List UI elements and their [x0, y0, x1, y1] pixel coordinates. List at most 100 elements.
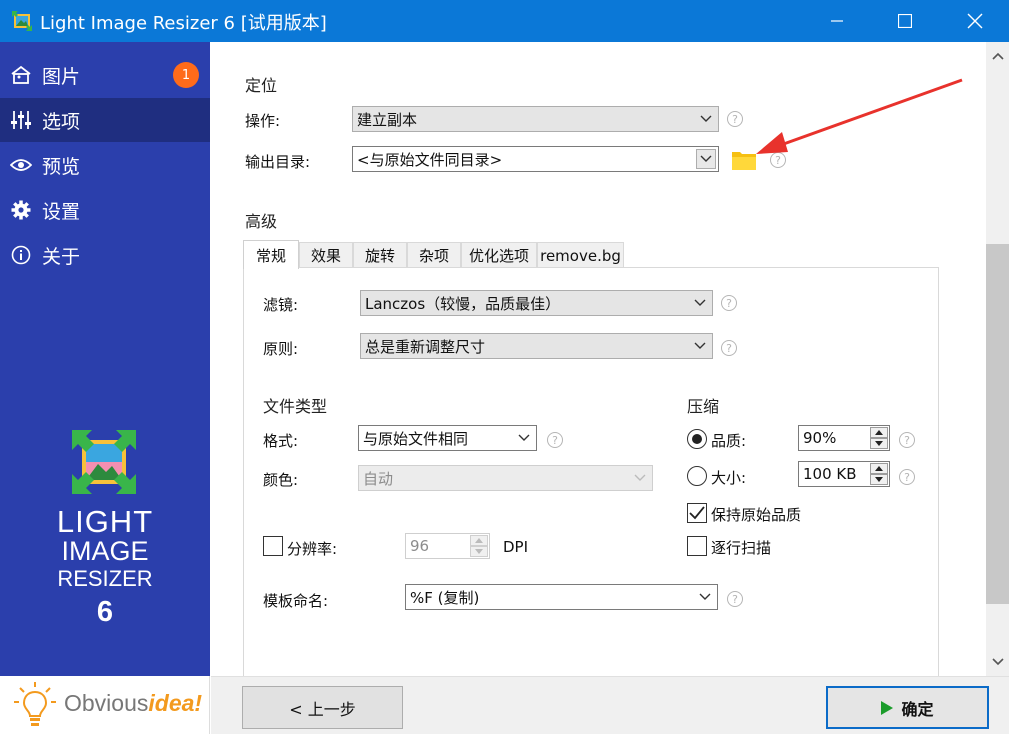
keep-quality-checkbox[interactable]	[687, 503, 707, 523]
sidebar-item-label: 选项	[42, 110, 81, 133]
format-label: 格式:	[263, 432, 299, 450]
help-icon[interactable]: ?	[727, 591, 743, 607]
filter-select-value: Lanczos（较慢，品质最佳）	[365, 294, 561, 313]
vertical-scrollbar[interactable]	[986, 42, 1009, 676]
chevron-down-icon	[694, 299, 706, 306]
spin-up-icon[interactable]	[870, 463, 888, 474]
tab-label: 效果	[310, 247, 341, 265]
help-icon[interactable]: ?	[899, 432, 915, 448]
sidebar-item-label: 设置	[42, 200, 81, 223]
title-bar: Light Image Resizer 6 [试用版本]	[0, 0, 1009, 42]
sidebar-item-preview[interactable]: 预览	[0, 143, 210, 187]
format-select[interactable]: 与原始文件相同	[358, 425, 537, 451]
ok-button[interactable]: 确定	[826, 686, 989, 729]
tab-remove-bg[interactable]: remove.bg	[537, 242, 624, 268]
rule-label: 原则:	[263, 340, 299, 358]
quality-spinner[interactable]: 90%	[798, 425, 890, 451]
minimize-button[interactable]	[814, 0, 860, 42]
color-select: 自动	[358, 465, 653, 491]
tab-general[interactable]: 常规	[243, 240, 299, 269]
dpi-unit-label: DPI	[503, 538, 529, 556]
scroll-down-button[interactable]	[986, 652, 1009, 672]
progressive-checkbox[interactable]	[687, 536, 707, 556]
help-icon[interactable]: ?	[899, 469, 915, 485]
radio-dot	[692, 434, 702, 444]
template-select-value: %F (复制)	[410, 588, 480, 607]
format-select-value: 与原始文件相同	[363, 429, 469, 448]
template-select[interactable]: %F (复制)	[405, 584, 718, 610]
tab-effects[interactable]: 效果	[299, 242, 353, 268]
output-dir-select[interactable]: <与原始文件同目录>	[352, 146, 719, 172]
close-button[interactable]	[952, 0, 998, 42]
spinner-buttons	[470, 535, 488, 557]
spin-down-icon[interactable]	[870, 438, 888, 449]
size-radio[interactable]	[687, 466, 707, 486]
keep-quality-label: 保持原始品质	[711, 506, 802, 524]
resolution-checkbox[interactable]	[263, 536, 283, 556]
tab-label: 杂项	[418, 247, 449, 265]
help-icon[interactable]: ?	[727, 111, 743, 127]
tab-label: 旋转	[364, 247, 395, 265]
sidebar-item-label: 关于	[42, 245, 81, 268]
chevron-down-icon	[991, 658, 1004, 666]
brand-line-2: IMAGE	[61, 536, 149, 566]
spinner-buttons[interactable]	[870, 427, 888, 449]
operation-label: 操作:	[245, 112, 281, 130]
sidebar-item-label: 图片	[42, 65, 81, 88]
help-icon[interactable]: ?	[547, 432, 563, 448]
color-label: 颜色:	[263, 471, 299, 489]
chevron-down-icon	[700, 155, 712, 162]
chevron-up-icon	[991, 52, 1004, 60]
tab-optimize[interactable]: 优化选项	[461, 242, 537, 268]
operation-select[interactable]: 建立副本	[352, 106, 719, 132]
file-type-title: 文件类型	[263, 397, 328, 416]
chevron-down-icon	[694, 342, 706, 349]
quality-radio[interactable]	[687, 429, 707, 449]
sidebar-item-settings[interactable]: 设置	[0, 188, 210, 232]
size-spinner[interactable]: 100 KB	[798, 461, 890, 487]
close-icon	[967, 13, 983, 29]
image-icon	[10, 64, 32, 86]
app-icon	[12, 11, 32, 31]
maximize-button[interactable]	[882, 0, 928, 42]
sidebar-item-images[interactable]: 图片 1	[0, 53, 210, 97]
progressive-label: 逐行扫描	[711, 539, 772, 557]
sidebar-item-options[interactable]: 选项	[0, 98, 210, 142]
sidebar-item-about[interactable]: 关于	[0, 233, 210, 277]
filter-select[interactable]: Lanczos（较慢，品质最佳）	[360, 290, 713, 316]
lightbulb-icon	[14, 682, 56, 726]
compression-title: 压缩	[687, 397, 720, 416]
size-value: 100 KB	[803, 465, 857, 483]
dropdown-button[interactable]	[696, 149, 716, 169]
gear-icon	[10, 199, 32, 221]
brand-line-3: RESIZER	[57, 566, 153, 591]
position-section-title: 定位	[245, 76, 278, 95]
rule-select-value: 总是重新调整尺寸	[365, 337, 486, 356]
sliders-icon	[10, 109, 32, 131]
help-icon[interactable]: ?	[721, 295, 737, 311]
brand-line-1: LIGHT	[56, 504, 154, 539]
quality-label: 品质:	[711, 432, 747, 450]
app-logo	[72, 430, 136, 494]
tab-misc[interactable]: 杂项	[407, 242, 461, 268]
sidebar-item-label: 预览	[42, 155, 81, 178]
help-icon[interactable]: ?	[721, 340, 737, 356]
scroll-thumb[interactable]	[986, 244, 1009, 604]
advanced-section-title: 高级	[245, 212, 278, 231]
resolution-label: 分辨率:	[287, 540, 338, 558]
filter-label: 滤镜:	[263, 296, 299, 314]
operation-select-value: 建立副本	[357, 110, 418, 129]
resolution-spinner: 96	[405, 533, 490, 559]
spin-down-icon	[470, 546, 488, 557]
back-button[interactable]: < 上一步	[242, 686, 403, 729]
spin-down-icon[interactable]	[870, 474, 888, 485]
tab-rotate[interactable]: 旋转	[353, 242, 407, 268]
spinner-buttons[interactable]	[870, 463, 888, 485]
back-button-label: < 上一步	[289, 699, 356, 719]
window-title: Light Image Resizer 6 [试用版本]	[40, 13, 327, 34]
ok-button-label: 确定	[901, 699, 934, 719]
scroll-up-button[interactable]	[986, 46, 1009, 66]
size-label: 大小:	[711, 469, 747, 487]
rule-select[interactable]: 总是重新调整尺寸	[360, 333, 713, 359]
spin-up-icon[interactable]	[870, 427, 888, 438]
